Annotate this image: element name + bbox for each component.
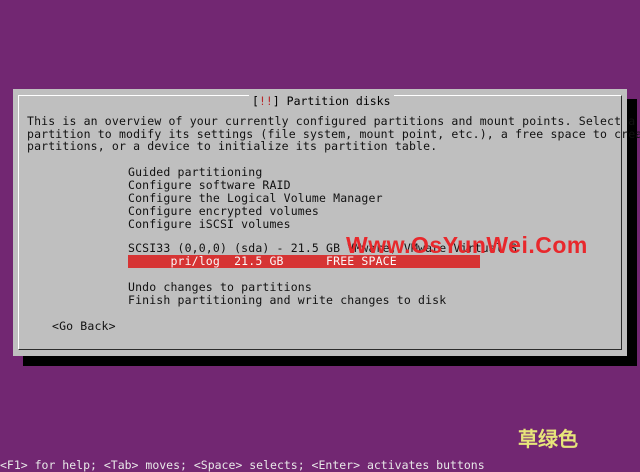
- menu-lvm[interactable]: Configure the Logical Volume Manager: [128, 192, 383, 205]
- menu-finish-partitioning[interactable]: Finish partitioning and write changes to…: [128, 294, 446, 307]
- intro-line-1: This is an overview of your currently co…: [27, 114, 636, 128]
- menu-guided-partitioning[interactable]: Guided partitioning: [128, 166, 262, 179]
- watermark: Www.OsYunWei.Com: [346, 232, 588, 258]
- dialog-title: [!!] Partition disks: [249, 95, 394, 107]
- menu-software-raid[interactable]: Configure software RAID: [128, 179, 291, 192]
- menu-undo-changes[interactable]: Undo changes to partitions: [128, 281, 312, 294]
- go-back-button[interactable]: <Go Back>: [52, 320, 116, 333]
- brand-mark: 草绿色: [518, 427, 578, 451]
- menu-iscsi-volumes[interactable]: Configure iSCSI volumes: [128, 218, 291, 231]
- intro-line-3: partitions, or a device to initialize it…: [27, 139, 438, 154]
- dialog-title-text: Partition disks: [286, 94, 391, 108]
- menu-encrypted-volumes[interactable]: Configure encrypted volumes: [128, 205, 319, 218]
- title-flag: !!: [258, 94, 273, 108]
